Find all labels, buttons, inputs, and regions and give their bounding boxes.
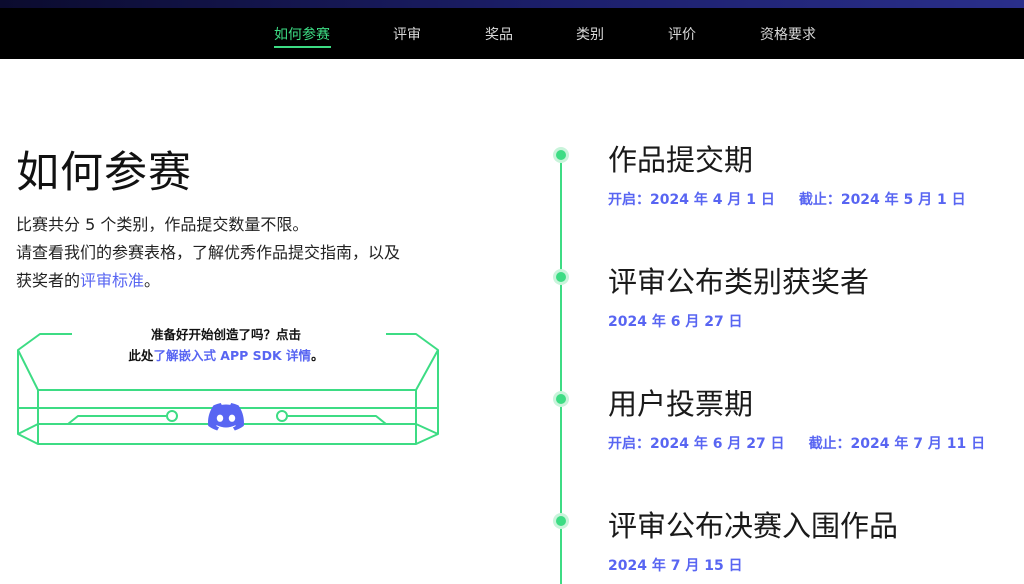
timeline-title-voting: 用户投票期: [608, 387, 754, 421]
timeline-date-voting: 开启：2024 年 6 月 27 日 截止：2024 年 7 月 11 日: [608, 433, 985, 453]
banner-line-1: 准备好开始创造了吗？点击: [150, 327, 301, 342]
timeline-title-finalists: 评审公布决赛入围作品: [608, 509, 899, 543]
nav-item-how-to-enter[interactable]: 如何参赛: [274, 24, 330, 44]
timeline-start-voting: 开启：2024 年 6 月 27 日: [608, 436, 785, 452]
embedded-app-sdk-link[interactable]: 了解嵌入式 APP SDK 详情: [153, 348, 311, 363]
timeline-dot: [556, 150, 566, 160]
nav-active-underline: [274, 46, 331, 48]
banner-line-2-suffix: 。: [311, 348, 324, 363]
intro-text: 比赛共分 5 个类别，作品提交数量不限。 请查看我们的参赛表格，了解优秀作品提交…: [16, 211, 476, 295]
timeline-end-voting: 截止：2024 年 7 月 11 日: [808, 436, 986, 452]
banner-line-2: 此处了解嵌入式 APP SDK 详情。: [86, 345, 366, 366]
nav-item-judging[interactable]: 评审: [393, 24, 421, 44]
judging-criteria-link[interactable]: 评审标准: [80, 271, 144, 290]
intro-line-1: 比赛共分 5 个类别，作品提交数量不限。: [16, 215, 309, 234]
timeline-title-submission: 作品提交期: [608, 143, 754, 177]
nav-item-prizes[interactable]: 奖品: [485, 24, 513, 44]
nav-item-reviews[interactable]: 评价: [668, 24, 696, 44]
intro-line-2: 请查看我们的参赛表格，了解优秀作品提交指南，以及: [16, 243, 401, 262]
intro-line-3: 获奖者的评审标准。: [16, 267, 476, 295]
timeline-dot: [556, 516, 566, 526]
timeline-title-category-winners: 评审公布类别获奖者: [608, 265, 870, 299]
nav-item-eligibility[interactable]: 资格要求: [760, 24, 816, 44]
timeline-date-submission: 开启：2024 年 4 月 1 日 截止：2024 年 5 月 1 日: [608, 189, 966, 209]
top-accent-bar: [0, 0, 1024, 8]
discord-icon: [208, 403, 244, 431]
intro-line-3-suffix: 。: [144, 271, 161, 290]
nav-item-categories[interactable]: 类别: [576, 24, 604, 44]
top-nav: 如何参赛 评审 奖品 类别 评价 资格要求: [0, 8, 1024, 59]
timeline-dot: [556, 272, 566, 282]
banner-text: 准备好开始创造了吗？点击 此处了解嵌入式 APP SDK 详情。: [86, 324, 366, 366]
timeline-dot: [556, 394, 566, 404]
timeline-start-submission: 开启：2024 年 4 月 1 日: [608, 192, 775, 208]
timeline-date-category-winners: 2024 年 6 月 27 日: [608, 314, 743, 330]
sdk-banner: 准备好开始创造了吗？点击 此处了解嵌入式 APP SDK 详情。: [16, 322, 442, 448]
timeline-date-finalists: 2024 年 7 月 15 日: [608, 558, 743, 574]
intro-line-3-prefix: 获奖者的: [16, 271, 81, 290]
banner-line-2-prefix: 此处: [128, 348, 154, 363]
page-title: 如何参赛: [16, 148, 192, 198]
timeline-end-submission: 截止：2024 年 5 月 1 日: [798, 192, 966, 208]
